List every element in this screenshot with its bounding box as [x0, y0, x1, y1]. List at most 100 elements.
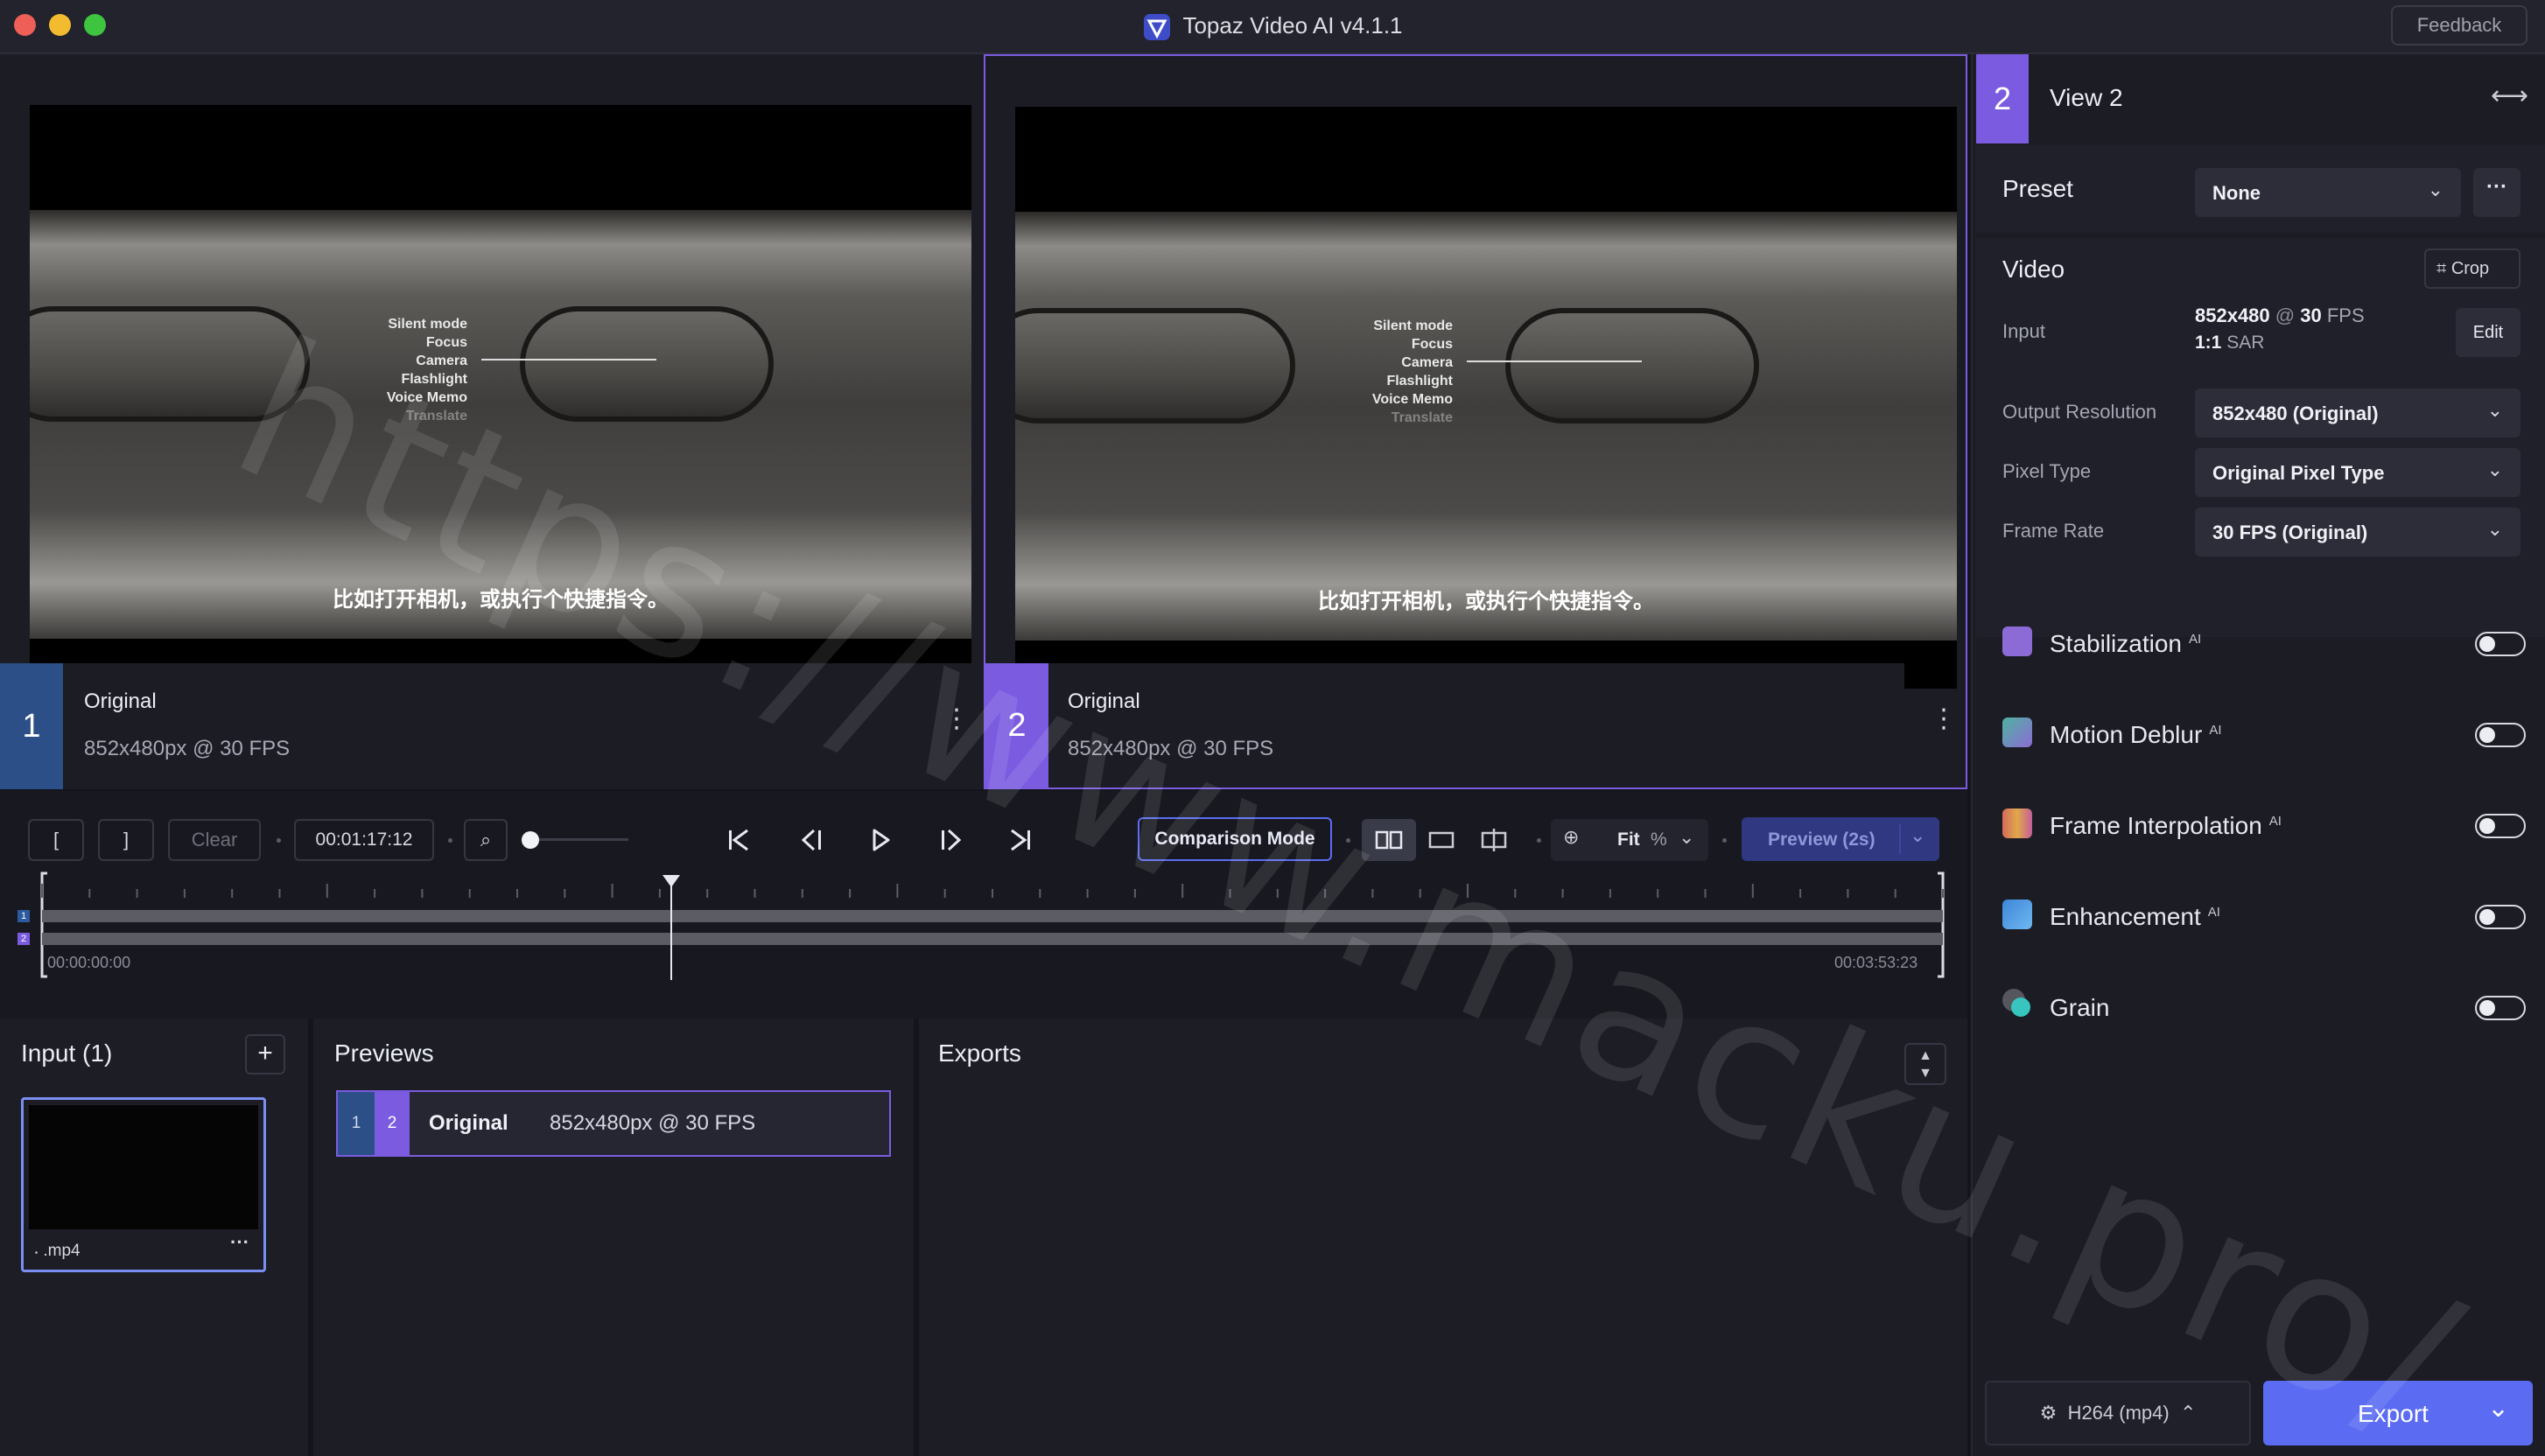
- enhancement-toggle[interactable]: [2475, 905, 2526, 929]
- skip-to-start-icon[interactable]: [723, 824, 754, 856]
- export-label: Export: [2358, 1400, 2429, 1427]
- hardware-button-shape: [1015, 308, 1295, 424]
- export-options-chevron-icon[interactable]: ⌄: [2487, 1393, 2509, 1424]
- view-number-badge: 2: [985, 663, 1048, 788]
- split-view-button[interactable]: [1469, 819, 1519, 861]
- timeline[interactable]: [39, 872, 1946, 980]
- play-icon[interactable]: [865, 824, 896, 856]
- more-options-icon[interactable]: ···: [230, 1231, 249, 1254]
- mark-in-button[interactable]: [: [28, 819, 84, 861]
- input-panel-title: Input (1): [21, 1040, 113, 1067]
- previews-panel-title: Previews: [334, 1040, 434, 1067]
- timeline-zoom-slider[interactable]: [525, 838, 628, 841]
- view-number-badge: 1: [0, 663, 63, 789]
- thumbnail-image: [29, 1105, 258, 1229]
- next-frame-icon[interactable]: [935, 824, 966, 856]
- timecode-field[interactable]: 00:01:17:12: [294, 819, 434, 861]
- expand-panel-icon[interactable]: ⟷: [2491, 80, 2528, 111]
- hardware-button-shape: [30, 306, 310, 422]
- feedback-button[interactable]: Feedback: [2391, 5, 2527, 46]
- topaz-logo-icon: [1144, 14, 1171, 41]
- grain-toggle[interactable]: [2475, 996, 2526, 1020]
- pixel-type-dropdown[interactable]: Original Pixel Type ⌄: [2195, 448, 2520, 497]
- mark-out-button[interactable]: ]: [98, 819, 154, 861]
- output-resolution-value: 852x480 (Original): [2212, 402, 2379, 424]
- feature-grain[interactable]: Grain: [2002, 978, 2527, 1040]
- chevron-down-icon: ⌄: [2486, 518, 2503, 540]
- preview-button[interactable]: Preview (2s) ⌄: [1742, 817, 1939, 861]
- input-file-thumbnail[interactable]: ⸳ .mp4 ···: [21, 1097, 266, 1272]
- output-resolution-label: Output Resolution: [2002, 401, 2157, 423]
- feature-name: Stabilization AI: [2050, 630, 2202, 657]
- settings-panel: 2 View 2 ⟷ Preset None ⌄ ··· Video ⌗ Cro…: [1971, 54, 2545, 1456]
- split-view-icon: [1481, 829, 1507, 851]
- input-label: Input: [2002, 320, 2045, 342]
- motion-deblur-toggle[interactable]: [2475, 723, 2526, 747]
- crop-button[interactable]: ⌗ Crop: [2424, 248, 2520, 289]
- preset-dropdown[interactable]: None ⌄: [2195, 168, 2461, 217]
- export-button[interactable]: Export ⌄: [2263, 1381, 2533, 1446]
- previous-frame-icon[interactable]: [796, 824, 828, 856]
- view-title: Original: [1068, 690, 1140, 713]
- sort-icon[interactable]: ▲ ▼: [1904, 1043, 1946, 1085]
- zoom-unit: %: [1651, 830, 1667, 850]
- chevron-down-icon[interactable]: ⌄: [1910, 824, 1925, 847]
- comparison-mode-button[interactable]: Comparison Mode: [1138, 817, 1332, 861]
- input-sar: 1:1 SAR: [2195, 332, 2265, 353]
- add-input-button[interactable]: +: [245, 1034, 285, 1074]
- pixel-type-value: Original Pixel Type: [2212, 462, 2385, 484]
- viewer-menu-icon[interactable]: ⋮: [943, 704, 970, 734]
- frame-rate-dropdown[interactable]: 30 FPS (Original) ⌄: [2195, 508, 2520, 556]
- preview-item[interactable]: 1 2 Original 852x480px @ 30 FPS: [336, 1090, 891, 1157]
- side-by-side-view-button[interactable]: [1362, 819, 1416, 861]
- stabilization-toggle[interactable]: [2475, 632, 2526, 656]
- codec-selector[interactable]: ⚙ H264 (mp4) ⌃: [1985, 1381, 2251, 1446]
- feature-motion-deblur[interactable]: Motion Deblur AI: [2002, 705, 2527, 766]
- stabilization-icon: [2002, 626, 2032, 656]
- view-title: View 2: [2050, 84, 2123, 111]
- playhead[interactable]: [660, 873, 683, 988]
- preview-item-detail: 852x480px @ 30 FPS: [550, 1111, 756, 1135]
- view-title: Original: [84, 690, 157, 713]
- feature-name: Grain: [2050, 994, 2110, 1021]
- preset-more-button[interactable]: ···: [2473, 168, 2520, 217]
- output-resolution-dropdown[interactable]: 852x480 (Original) ⌄: [2195, 388, 2520, 438]
- frame-rate-label: Frame Rate: [2002, 520, 2105, 542]
- exports-panel: Exports ▲ ▼: [919, 1018, 1967, 1456]
- frame-interpolation-icon: [2002, 808, 2032, 838]
- hardware-button-shape: [1505, 308, 1759, 424]
- viewer-2-info[interactable]: 2 Original 852x480px @ 30 FPS ⋮: [985, 663, 1957, 788]
- chevron-down-icon: ⌄: [2486, 458, 2503, 480]
- zoom-dropdown[interactable]: ⊕ Fit % ⌄: [1551, 819, 1708, 861]
- edit-input-button[interactable]: Edit: [2456, 308, 2520, 357]
- input-file-name: ⸳ .mp4: [34, 1242, 81, 1260]
- clear-button[interactable]: Clear: [168, 819, 261, 861]
- exports-panel-title: Exports: [938, 1040, 1021, 1067]
- viewer-1-info[interactable]: 1 Original 852x480px @ 30 FPS ⋮: [0, 663, 984, 789]
- feature-stabilization[interactable]: Stabilization AI: [2002, 614, 2527, 676]
- enhancement-icon: [2002, 900, 2032, 929]
- zoom-search-icon[interactable]: ⌕: [464, 819, 508, 861]
- feature-enhancement[interactable]: Enhancement AI: [2002, 887, 2527, 948]
- preset-label: Preset: [2002, 175, 2073, 202]
- timeline-zoom-knob[interactable]: [522, 831, 539, 849]
- motion-deblur-icon: [2002, 718, 2032, 747]
- video-frame-2: Silent mode Focus Camera Flashlight Voice Me…: [1015, 107, 1957, 689]
- timeline-end-time: 00:03:53:23: [1834, 954, 1918, 971]
- input-resolution: 852x480 @ 30 FPS: [2195, 304, 2365, 326]
- chevron-up-icon: ⌃: [2179, 1402, 2197, 1424]
- preview-badge-2: 2: [375, 1092, 410, 1155]
- frame-interpolation-toggle[interactable]: [2475, 814, 2526, 838]
- pixel-type-label: Pixel Type: [2002, 460, 2092, 482]
- preview-badge-1: 1: [338, 1092, 375, 1155]
- preview-label: Preview (2s): [1768, 830, 1875, 850]
- skip-to-end-icon[interactable]: [1005, 824, 1036, 856]
- feature-frame-interpolation[interactable]: Frame Interpolation AI: [2002, 796, 2527, 858]
- app-title: Topaz Video AI v4.1.1: [0, 12, 2545, 42]
- single-view-button[interactable]: [1416, 819, 1467, 861]
- chevron-down-icon: ⌄: [1679, 826, 1695, 848]
- feature-name: Enhancement AI: [2050, 903, 2220, 930]
- zoom-in-icon: ⊕: [1563, 826, 1580, 848]
- view-subtitle: 852x480px @ 30 FPS: [1068, 737, 1274, 760]
- viewer-menu-icon[interactable]: ⋮: [1931, 704, 1957, 734]
